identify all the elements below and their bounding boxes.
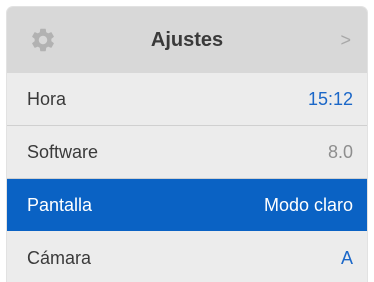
- setting-row-pantalla[interactable]: Pantalla Modo claro: [7, 179, 367, 231]
- setting-value: A: [340, 248, 353, 268]
- chevron-right-icon[interactable]: >: [340, 7, 351, 73]
- setting-label: Software: [27, 142, 99, 162]
- setting-row-hora[interactable]: Hora 15:12: [7, 73, 367, 125]
- setting-row-software[interactable]: Software 8.0: [7, 126, 367, 178]
- setting-value: 15:12: [307, 89, 353, 109]
- settings-header: Ajustes >: [7, 7, 367, 73]
- setting-label: Cámara: [27, 248, 92, 268]
- setting-row-camara[interactable]: Cámara A: [7, 232, 367, 282]
- setting-label: Hora: [27, 89, 67, 109]
- setting-value: 8.0: [327, 142, 353, 162]
- setting-value: Modo claro: [263, 195, 353, 215]
- settings-title: Ajustes: [150, 29, 224, 51]
- settings-panel: Ajustes > Hora 15:12 Software 8.0 Pantal…: [7, 7, 367, 282]
- setting-label: Pantalla: [27, 195, 93, 215]
